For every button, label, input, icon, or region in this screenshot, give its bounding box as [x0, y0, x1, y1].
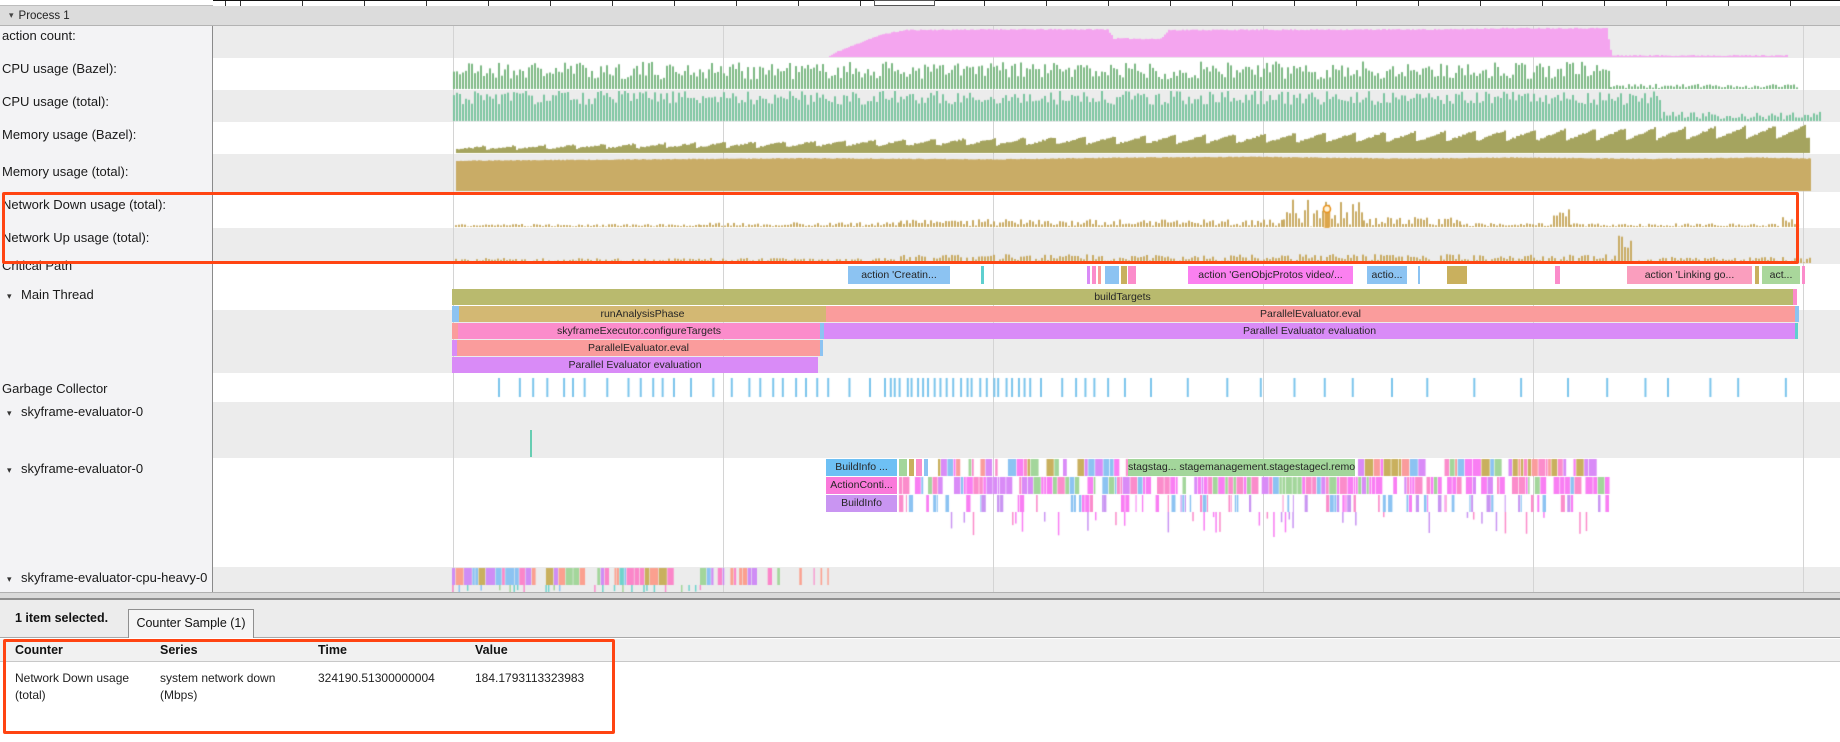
track-label-cpu-usage-total: CPU usage (total): — [0, 94, 212, 109]
skyframe2-depth1-slice[interactable] — [899, 459, 907, 476]
skyframe2-depth1-slice-stagstag-stagemanagement[interactable]: stagstag... stagemanagement.stagestagecl… — [1128, 459, 1355, 476]
track-label-text: CPU usage (total): — [2, 94, 109, 109]
skyframe2-depth1-slice[interactable] — [909, 459, 914, 476]
critical-path-slice[interactable] — [1105, 266, 1119, 284]
collapse-triangle-icon[interactable]: ▾ — [7, 465, 21, 476]
main-thread-depth3-slice-skyframeexecutor-configu[interactable]: skyframeExecutor.configureTargets — [458, 323, 820, 339]
collapse-triangle-icon[interactable]: ▾ — [7, 291, 21, 302]
skyframe2-depth1-slice[interactable] — [924, 459, 928, 476]
critical-path-slice-act[interactable]: act... — [1762, 266, 1800, 284]
track-label-text: Main Thread — [21, 287, 94, 302]
critical-path-slice-actio[interactable]: actio... — [1367, 266, 1407, 284]
track-label-action-count: action count: — [0, 28, 212, 43]
track-label-text: action count: — [2, 28, 76, 43]
process-header[interactable]: ▾ Process 1 — [0, 5, 1840, 26]
track-label-main-thread[interactable]: ▾Main Thread — [0, 287, 210, 302]
main-thread-depth4-slice[interactable] — [820, 340, 823, 356]
critical-path-slice[interactable] — [1092, 266, 1096, 284]
critical-path-slice[interactable] — [1128, 266, 1136, 284]
main-thread-depth2-slice-runanalysisphase[interactable]: runAnalysisPhase — [459, 306, 826, 322]
timeline-ruler[interactable] — [213, 0, 1840, 6]
track-label-text: skyframe-evaluator-0 — [21, 404, 143, 419]
details-tabstrip: 1 item selected. Counter Sample (1) — [0, 600, 1840, 638]
collapse-triangle-icon[interactable]: ▾ — [7, 408, 21, 419]
main-thread-depth4-slice-parallelevaluator-eval[interactable]: ParallelEvaluator.eval — [457, 340, 820, 356]
track-label-text: skyframe-evaluator-0 — [21, 461, 143, 476]
critical-path-slice-action-linking-go[interactable]: action 'Linking go... — [1627, 266, 1752, 284]
tab-counter-sample[interactable]: Counter Sample (1) — [128, 609, 254, 638]
critical-path-slice[interactable] — [1447, 266, 1467, 284]
skyframe2-depth1-slice-buildinfo[interactable]: BuildInfo ... — [826, 459, 897, 476]
collapse-triangle-icon[interactable]: ▾ — [9, 6, 14, 25]
track-label-text: CPU usage (Bazel): — [2, 61, 117, 76]
critical-path-slice[interactable] — [1418, 266, 1420, 284]
critical-path-slice[interactable] — [1802, 266, 1805, 284]
track-label-skyframe-evaluator-0[interactable]: ▾skyframe-evaluator-0 — [0, 404, 210, 419]
skyframe-evaluator-1-slice[interactable] — [530, 430, 532, 457]
track-label-cpu-usage-bazel: CPU usage (Bazel): — [0, 61, 212, 76]
critical-path-slice[interactable] — [981, 266, 984, 284]
track-label-garbage-collector: Garbage Collector — [0, 381, 212, 396]
main-thread-depth3-slice[interactable] — [1795, 323, 1798, 339]
tab-counter-sample-label: Counter Sample (1) — [136, 616, 245, 630]
track-label-memory-usage-total: Memory usage (total): — [0, 164, 212, 179]
skyframe2-depth1-slice[interactable] — [916, 459, 922, 476]
track-label-text: Garbage Collector — [2, 381, 108, 396]
ruler-viewport-indicator[interactable] — [874, 0, 935, 6]
track-label-text: skyframe-evaluator-cpu-heavy-0 — [21, 570, 207, 585]
main-thread-depth2-slice-parallelevaluator-eval[interactable]: ParallelEvaluator.eval — [826, 306, 1795, 322]
track-label-text: Memory usage (total): — [2, 164, 128, 179]
skyframe2-depth3-slice-buildinfo[interactable]: BuildInfo — [826, 495, 897, 512]
critical-path-slice[interactable] — [1087, 266, 1090, 284]
annotation-box-counter-table — [3, 639, 615, 734]
main-thread-depth1-slice-buildtargets[interactable]: buildTargets — [452, 289, 1793, 305]
main-thread-depth1-slice[interactable] — [1793, 289, 1797, 305]
track-label-skyframe-evaluator-0[interactable]: ▾skyframe-evaluator-0 — [0, 461, 210, 476]
track-label-text: Memory usage (Bazel): — [2, 127, 136, 142]
selection-status: 1 item selected. — [15, 611, 108, 625]
panel-splitter[interactable] — [0, 592, 1840, 600]
critical-path-slice-action-genobjcprotos-vid[interactable]: action 'GenObjcProtos video/... — [1188, 266, 1353, 284]
main-thread-depth2-slice[interactable] — [1795, 306, 1799, 322]
main-thread-depth5-slice-parallel-evaluator-evalu[interactable]: Parallel Evaluator evaluation — [452, 357, 818, 373]
main-thread-depth2-slice[interactable] — [452, 306, 459, 322]
track-label-memory-usage-bazel: Memory usage (Bazel): — [0, 127, 212, 142]
critical-path-slice-action-creatin[interactable]: action 'Creatin... — [848, 266, 950, 284]
skyframe2-depth2-slice-actionconti[interactable]: ActionConti... — [826, 477, 897, 494]
critical-path-slice[interactable] — [1098, 266, 1101, 284]
trace-viewer-app: action 'Creatin... action 'GenObjcProtos … — [0, 0, 1840, 742]
track-label-skyframe-evaluator-cpu-heavy-0[interactable]: ▾skyframe-evaluator-cpu-heavy-0 — [0, 570, 210, 585]
track-sidebar: action count: CPU usage (Bazel): CPU usage… — [0, 26, 213, 592]
collapse-triangle-icon[interactable]: ▾ — [7, 574, 21, 585]
critical-path-slice[interactable] — [1555, 266, 1560, 284]
critical-path-slice[interactable] — [1755, 266, 1759, 284]
critical-path-slice[interactable] — [1121, 266, 1127, 284]
process-label: Process 1 — [19, 10, 70, 22]
main-thread-depth3-slice-parallel-evaluator-evalu[interactable]: Parallel Evaluator evaluation — [824, 323, 1795, 339]
annotation-box-network-rows — [2, 192, 1799, 264]
